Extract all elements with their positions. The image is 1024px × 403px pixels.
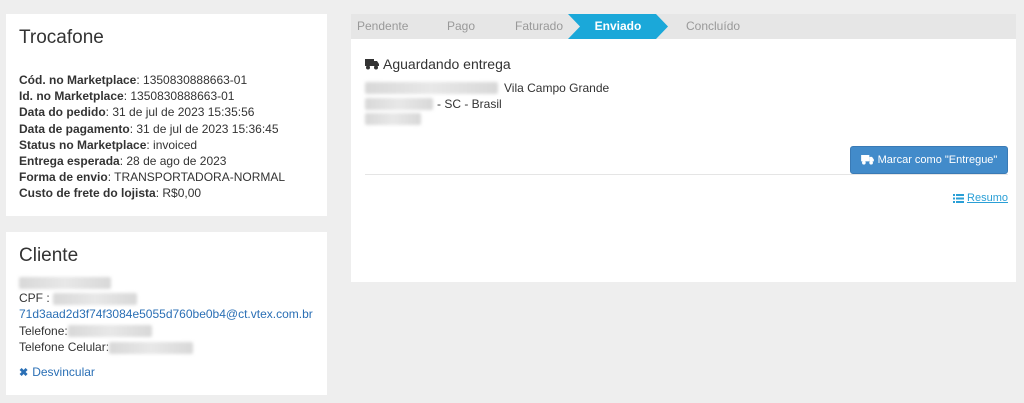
address-state-country: - SC - Brasil (437, 97, 502, 111)
phone-label: Telefone: (19, 323, 68, 338)
row-label: Data de pagamento (19, 121, 130, 136)
order-row: Status no Marketplace: invoiced (19, 137, 314, 153)
client-email-row: 71d3aad2d3f74f3084e5055d760be0b4@ct.vtex… (19, 306, 314, 322)
row-value: : 1350830888663-01 (123, 89, 235, 104)
order-row: Data do pedido: 31 de jul de 2023 15:35:… (19, 104, 314, 120)
order-row: Entrega esperada: 28 de ago de 2023 (19, 153, 314, 169)
row-label: Entrega esperada (19, 154, 120, 169)
order-row: Forma de envio: TRANSPORTADORA-NORMAL (19, 169, 314, 185)
order-row: Custo de frete do lojista: R$0,00 (19, 185, 314, 201)
redacted-cpf (53, 293, 138, 306)
cpf-label: CPF : (19, 291, 50, 306)
address-line-3 (365, 113, 421, 125)
shipment-card: Pendente Pago Faturado Enviado Concluído… (351, 14, 1016, 282)
row-value: : 31 de jul de 2023 15:36:45 (129, 121, 279, 136)
row-value: : 31 de jul de 2023 15:35:56 (105, 105, 255, 120)
redacted-city (365, 98, 433, 110)
row-label: Status no Marketplace (19, 137, 147, 152)
order-row: Data de pagamento: 31 de jul de 2023 15:… (19, 121, 314, 137)
client-mobile-row: Telefone Celular: (19, 339, 314, 355)
row-value: : R$0,00 (155, 186, 202, 201)
divider (365, 174, 1008, 175)
marketplace-title: Trocafone (19, 27, 104, 48)
order-status-bar: Pendente Pago Faturado Enviado Concluído (351, 14, 1016, 39)
unlink-label: Desvincular (32, 365, 95, 380)
resumo-label: Resumo (967, 192, 1008, 204)
row-label: Cód. no Marketplace (19, 73, 137, 87)
client-cpf-row: CPF : (19, 290, 314, 306)
client-title: Cliente (19, 245, 79, 266)
row-label: Custo de frete do lojista (19, 186, 156, 201)
order-details-list: Cód. no Marketplace: 1350830888663-01 Id… (19, 72, 314, 202)
unlink-button[interactable]: ✖ Desvincular (19, 365, 314, 379)
truck-icon (365, 58, 379, 69)
client-name-row (19, 274, 314, 290)
redacted-phone (67, 325, 152, 338)
step-enviado: Enviado (594, 19, 642, 33)
client-phone-row: Telefone: (19, 323, 314, 339)
step-concluido: Concluído (686, 19, 741, 33)
step-faturado: Faturado (515, 19, 564, 33)
row-label: Data do pedido (19, 105, 106, 120)
redacted-street (365, 82, 498, 94)
client-card: Cliente CPF : 71d3aad2d3f74f3084e5055d76… (6, 232, 327, 395)
address-line-2: - SC - Brasil (365, 97, 502, 111)
step-pendente: Pendente (357, 19, 409, 33)
step-enviado-active: Enviado (568, 14, 668, 39)
mark-delivered-button[interactable]: Marcar como "Entregue" (850, 146, 1008, 174)
row-label: Forma de envio (19, 170, 108, 185)
order-row: Id. no Marketplace: 1350830888663-01 (19, 88, 314, 104)
address-neighborhood: Vila Campo Grande (504, 81, 610, 95)
redacted-mobile (109, 341, 194, 354)
truck-icon (860, 155, 874, 165)
row-value: : invoiced (146, 137, 198, 152)
step-pago: Pago (447, 19, 476, 33)
order-info-card: Trocafone Cód. no Marketplace: 135083088… (6, 14, 327, 216)
row-value: : TRANSPORTADORA-NORMAL (107, 170, 286, 185)
resumo-link[interactable]: Resumo (953, 192, 1008, 204)
list-icon (953, 193, 965, 203)
row-value: : 1350830888663-01 (136, 73, 248, 87)
close-icon: ✖ (19, 366, 29, 379)
delivery-status-title: Aguardando entrega (365, 56, 511, 72)
redacted-zip (365, 113, 421, 125)
redacted-name (19, 276, 111, 289)
delivery-title-text: Aguardando entrega (383, 56, 511, 72)
row-value: : 28 de ago de 2023 (119, 154, 227, 169)
mark-delivered-label: Marcar como "Entregue" (877, 154, 998, 166)
order-row: Cód. no Marketplace: 1350830888663-01 (19, 72, 314, 88)
address-line-1: Vila Campo Grande (365, 81, 609, 95)
client-email-link[interactable]: 71d3aad2d3f74f3084e5055d760be0b4@ct.vtex… (19, 307, 313, 321)
mobile-label: Telefone Celular: (19, 339, 110, 354)
row-label: Id. no Marketplace (19, 89, 124, 104)
